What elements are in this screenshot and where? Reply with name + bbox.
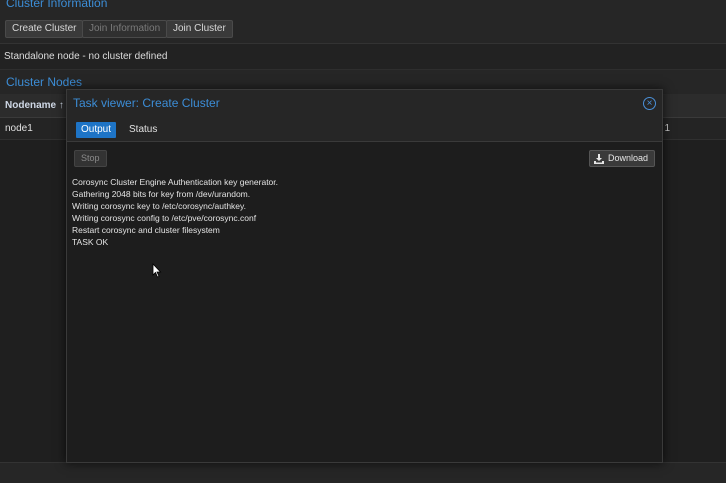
log-line: Writing corosync config to /etc/pve/coro… [72,213,257,223]
modal-title: Task viewer: Create Cluster [73,96,220,110]
log-line: TASK OK [72,237,109,247]
close-icon[interactable]: × [643,97,656,110]
cell-nodename: node1 [5,123,33,134]
join-cluster-button[interactable]: Join Cluster [166,20,233,38]
log-line: Writing corosync key to /etc/corosync/au… [72,201,247,211]
mouse-pointer-icon [152,263,162,278]
cluster-information-title: Cluster Information [0,0,726,14]
create-cluster-button[interactable]: Create Cluster [5,20,84,38]
modal-header: Task viewer: Create Cluster × [67,90,662,117]
tab-output[interactable]: Output [76,122,117,138]
join-information-button[interactable]: Join Information [82,20,168,38]
download-icon [593,153,604,164]
log-line: Restart corosync and cluster filesystem [72,225,220,235]
column-header-nodename[interactable]: Nodename ↑ [5,94,64,118]
log-line: Gathering 2048 bits for key from /dev/ur… [72,189,251,199]
panel-title-text: Cluster Information [6,0,108,10]
download-label: Download [607,153,648,163]
tab-status[interactable]: Status [124,122,162,138]
cluster-toolbar: Create Cluster Join Information Join Clu… [0,14,726,44]
cluster-status-text: Standalone node - no cluster defined [0,44,726,70]
task-toolbar: Stop Download [67,142,662,174]
log-line: Corosync Cluster Engine Authentication k… [72,177,279,187]
bottom-panel [0,462,726,483]
cell-id: 1 [664,123,670,134]
task-output-log: Corosync Cluster Engine Authentication k… [72,176,657,248]
tab-bar: Output Status [67,117,662,142]
stop-button[interactable]: Stop [74,150,107,167]
download-button[interactable]: Download [588,150,655,167]
